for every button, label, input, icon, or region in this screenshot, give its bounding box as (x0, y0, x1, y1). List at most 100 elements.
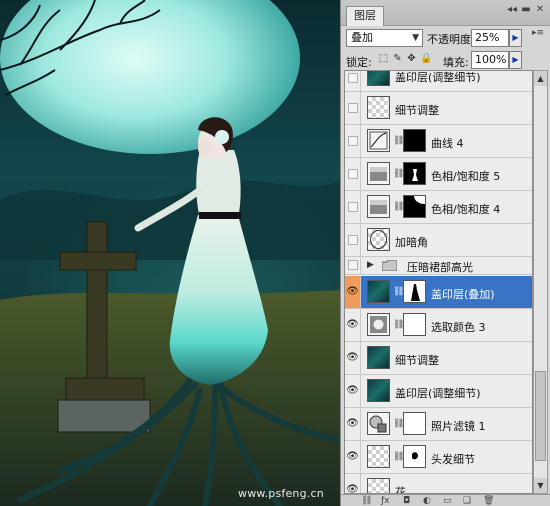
visibility-toggle[interactable]: 👁 (345, 309, 361, 341)
panel-window-controls: ◂◂ ▬ ✕ (505, 4, 547, 15)
layer-mask-thumbnail[interactable] (403, 195, 426, 218)
photoshop-window: www.psfeng.cn 图层 ◂◂ ▬ ✕ ▸≡ 叠加 ▼ 不透明度: 25% … (0, 0, 550, 506)
layer-name: 压暗裙部高光 (407, 261, 473, 274)
layer-thumbnail (367, 96, 390, 119)
layer-row[interactable]: 👁 ⛓ 照片滤镜 1 (345, 408, 532, 441)
layer-style-icon[interactable]: ƒx (381, 495, 390, 506)
layer-row[interactable]: ⛓ 色相/饱和度 4 (345, 191, 532, 224)
visibility-toggle[interactable]: 👁 (345, 474, 361, 493)
visibility-off-box (348, 103, 358, 113)
minimize-icon[interactable]: ▬ (519, 4, 533, 15)
visibility-off-box (348, 169, 358, 179)
visibility-toggle[interactable] (345, 191, 361, 223)
lock-label: 锁定: (346, 56, 372, 69)
layer-row-selected[interactable]: 👁 ⛓ 盖印层(叠加) (345, 276, 532, 309)
layer-name: 色相/饱和度 4 (431, 203, 501, 216)
layer-name: 照片滤镜 1 (431, 420, 486, 433)
layer-mask-thumbnail[interactable] (403, 162, 426, 185)
visibility-off-box (348, 260, 358, 270)
fill-slider-button[interactable]: ▶ (509, 51, 522, 69)
layer-name: 花 (395, 486, 406, 494)
layer-mask-thumbnail[interactable] (403, 445, 426, 468)
visibility-toggle[interactable] (345, 125, 361, 157)
layer-thumbnail (367, 478, 390, 493)
scrollbar-thumb[interactable] (535, 371, 546, 461)
fill-input[interactable]: 100% (471, 51, 509, 69)
eye-icon: 👁 (346, 319, 359, 330)
close-icon[interactable]: ✕ (533, 4, 547, 15)
curves-icon (367, 129, 390, 152)
visibility-toggle[interactable] (345, 158, 361, 190)
link-layers-icon[interactable]: ⛓ (361, 495, 372, 506)
collapse-icon[interactable]: ◂◂ (505, 4, 519, 15)
woman-torso (196, 150, 241, 218)
layer-row[interactable]: 细节调整 (345, 92, 532, 125)
artwork-illustration (0, 0, 340, 506)
photo-filter-icon (367, 412, 390, 435)
fill-label: 填充: (443, 56, 469, 69)
layer-row[interactable]: 加暗角 (345, 224, 532, 257)
blend-mode-value: 叠加 (351, 31, 373, 44)
new-layer-icon[interactable]: ❏ (463, 495, 471, 506)
panel-menu-icon[interactable]: ▸≡ (532, 28, 544, 38)
opacity-slider-button[interactable]: ▶ (509, 29, 522, 47)
lock-position-icon[interactable]: ✥ (406, 53, 417, 64)
visibility-toggle[interactable] (345, 257, 361, 274)
scroll-down-icon[interactable]: ▼ (534, 478, 547, 493)
layer-mask-thumbnail[interactable] (403, 280, 426, 303)
lock-pixels-icon[interactable]: ✎ (392, 53, 403, 64)
layer-row[interactable]: 盖印层(调整细节) (345, 71, 532, 92)
layer-name: 选取颜色 3 (431, 321, 486, 334)
layer-name: 加暗角 (395, 236, 428, 249)
layers-list: 盖印层(调整细节) 细节调整 ⛓ 曲线 4 ⛓ 色相/饱和度 5 ⛓ 色相/饱和… (344, 70, 533, 494)
layer-row[interactable]: ⛓ 色相/饱和度 5 (345, 158, 532, 191)
blend-mode-select[interactable]: 叠加 ▼ (346, 29, 423, 47)
layer-name: 盖印层(调整细节) (395, 71, 481, 84)
layer-row[interactable]: 👁 细节调整 (345, 342, 532, 375)
layers-scrollbar[interactable]: ▲ ▼ (533, 70, 548, 494)
visibility-toggle[interactable]: 👁 (345, 276, 361, 308)
lock-transparency-icon[interactable]: ⬚ (378, 53, 389, 64)
visibility-toggle[interactable] (345, 224, 361, 256)
visibility-toggle[interactable]: 👁 (345, 408, 361, 440)
layer-row[interactable]: 👁 ⛓ 头发细节 (345, 441, 532, 474)
new-group-icon[interactable]: ▭ (443, 495, 452, 506)
layer-row[interactable]: 👁 ⛓ 选取颜色 3 (345, 309, 532, 342)
visibility-off-box (348, 136, 358, 146)
layer-name: 曲线 4 (431, 137, 464, 150)
layer-row[interactable]: 👁 花 (345, 474, 532, 494)
hair-flower (215, 130, 229, 144)
clouds (0, 180, 340, 260)
add-mask-icon[interactable]: ◘ (403, 495, 410, 506)
layer-name: 盖印层(调整细节) (395, 387, 481, 400)
layer-name: 盖印层(叠加) (431, 288, 495, 301)
layer-mask-thumbnail[interactable] (403, 129, 426, 152)
layer-thumbnail (367, 445, 390, 468)
visibility-toggle[interactable] (345, 92, 361, 124)
scroll-up-icon[interactable]: ▲ (534, 71, 547, 86)
document-canvas[interactable]: www.psfeng.cn (0, 0, 340, 506)
chevron-down-icon: ▼ (412, 33, 419, 43)
hue-saturation-icon (367, 195, 390, 218)
layer-thumbnail (367, 71, 390, 86)
layer-row[interactable]: 👁 盖印层(调整细节) (345, 375, 532, 408)
adjustment-layer-icon[interactable]: ◐ (423, 495, 431, 506)
layer-mask-thumbnail[interactable] (403, 313, 426, 336)
panel-header: 图层 ◂◂ ▬ ✕ (341, 0, 550, 26)
visibility-off-box (348, 73, 358, 83)
visibility-toggle[interactable]: 👁 (345, 441, 361, 473)
layer-name: 色相/饱和度 5 (431, 170, 501, 183)
layer-group-row[interactable]: ▶ 压暗裙部高光 (345, 257, 532, 275)
hue-saturation-icon (367, 162, 390, 185)
lock-all-icon[interactable]: 🔒 (420, 53, 432, 64)
visibility-toggle[interactable]: 👁 (345, 375, 361, 407)
tab-layers[interactable]: 图层 (346, 6, 384, 26)
visibility-toggle[interactable]: 👁 (345, 342, 361, 374)
eye-icon: 👁 (346, 286, 359, 297)
opacity-input[interactable]: 25% (471, 29, 509, 47)
layer-mask-thumbnail[interactable] (403, 412, 426, 435)
delete-layer-icon[interactable]: 🗑 (483, 495, 494, 506)
visibility-toggle[interactable] (345, 71, 361, 91)
layer-row[interactable]: ⛓ 曲线 4 (345, 125, 532, 158)
expand-arrow-icon[interactable]: ▶ (367, 260, 374, 270)
